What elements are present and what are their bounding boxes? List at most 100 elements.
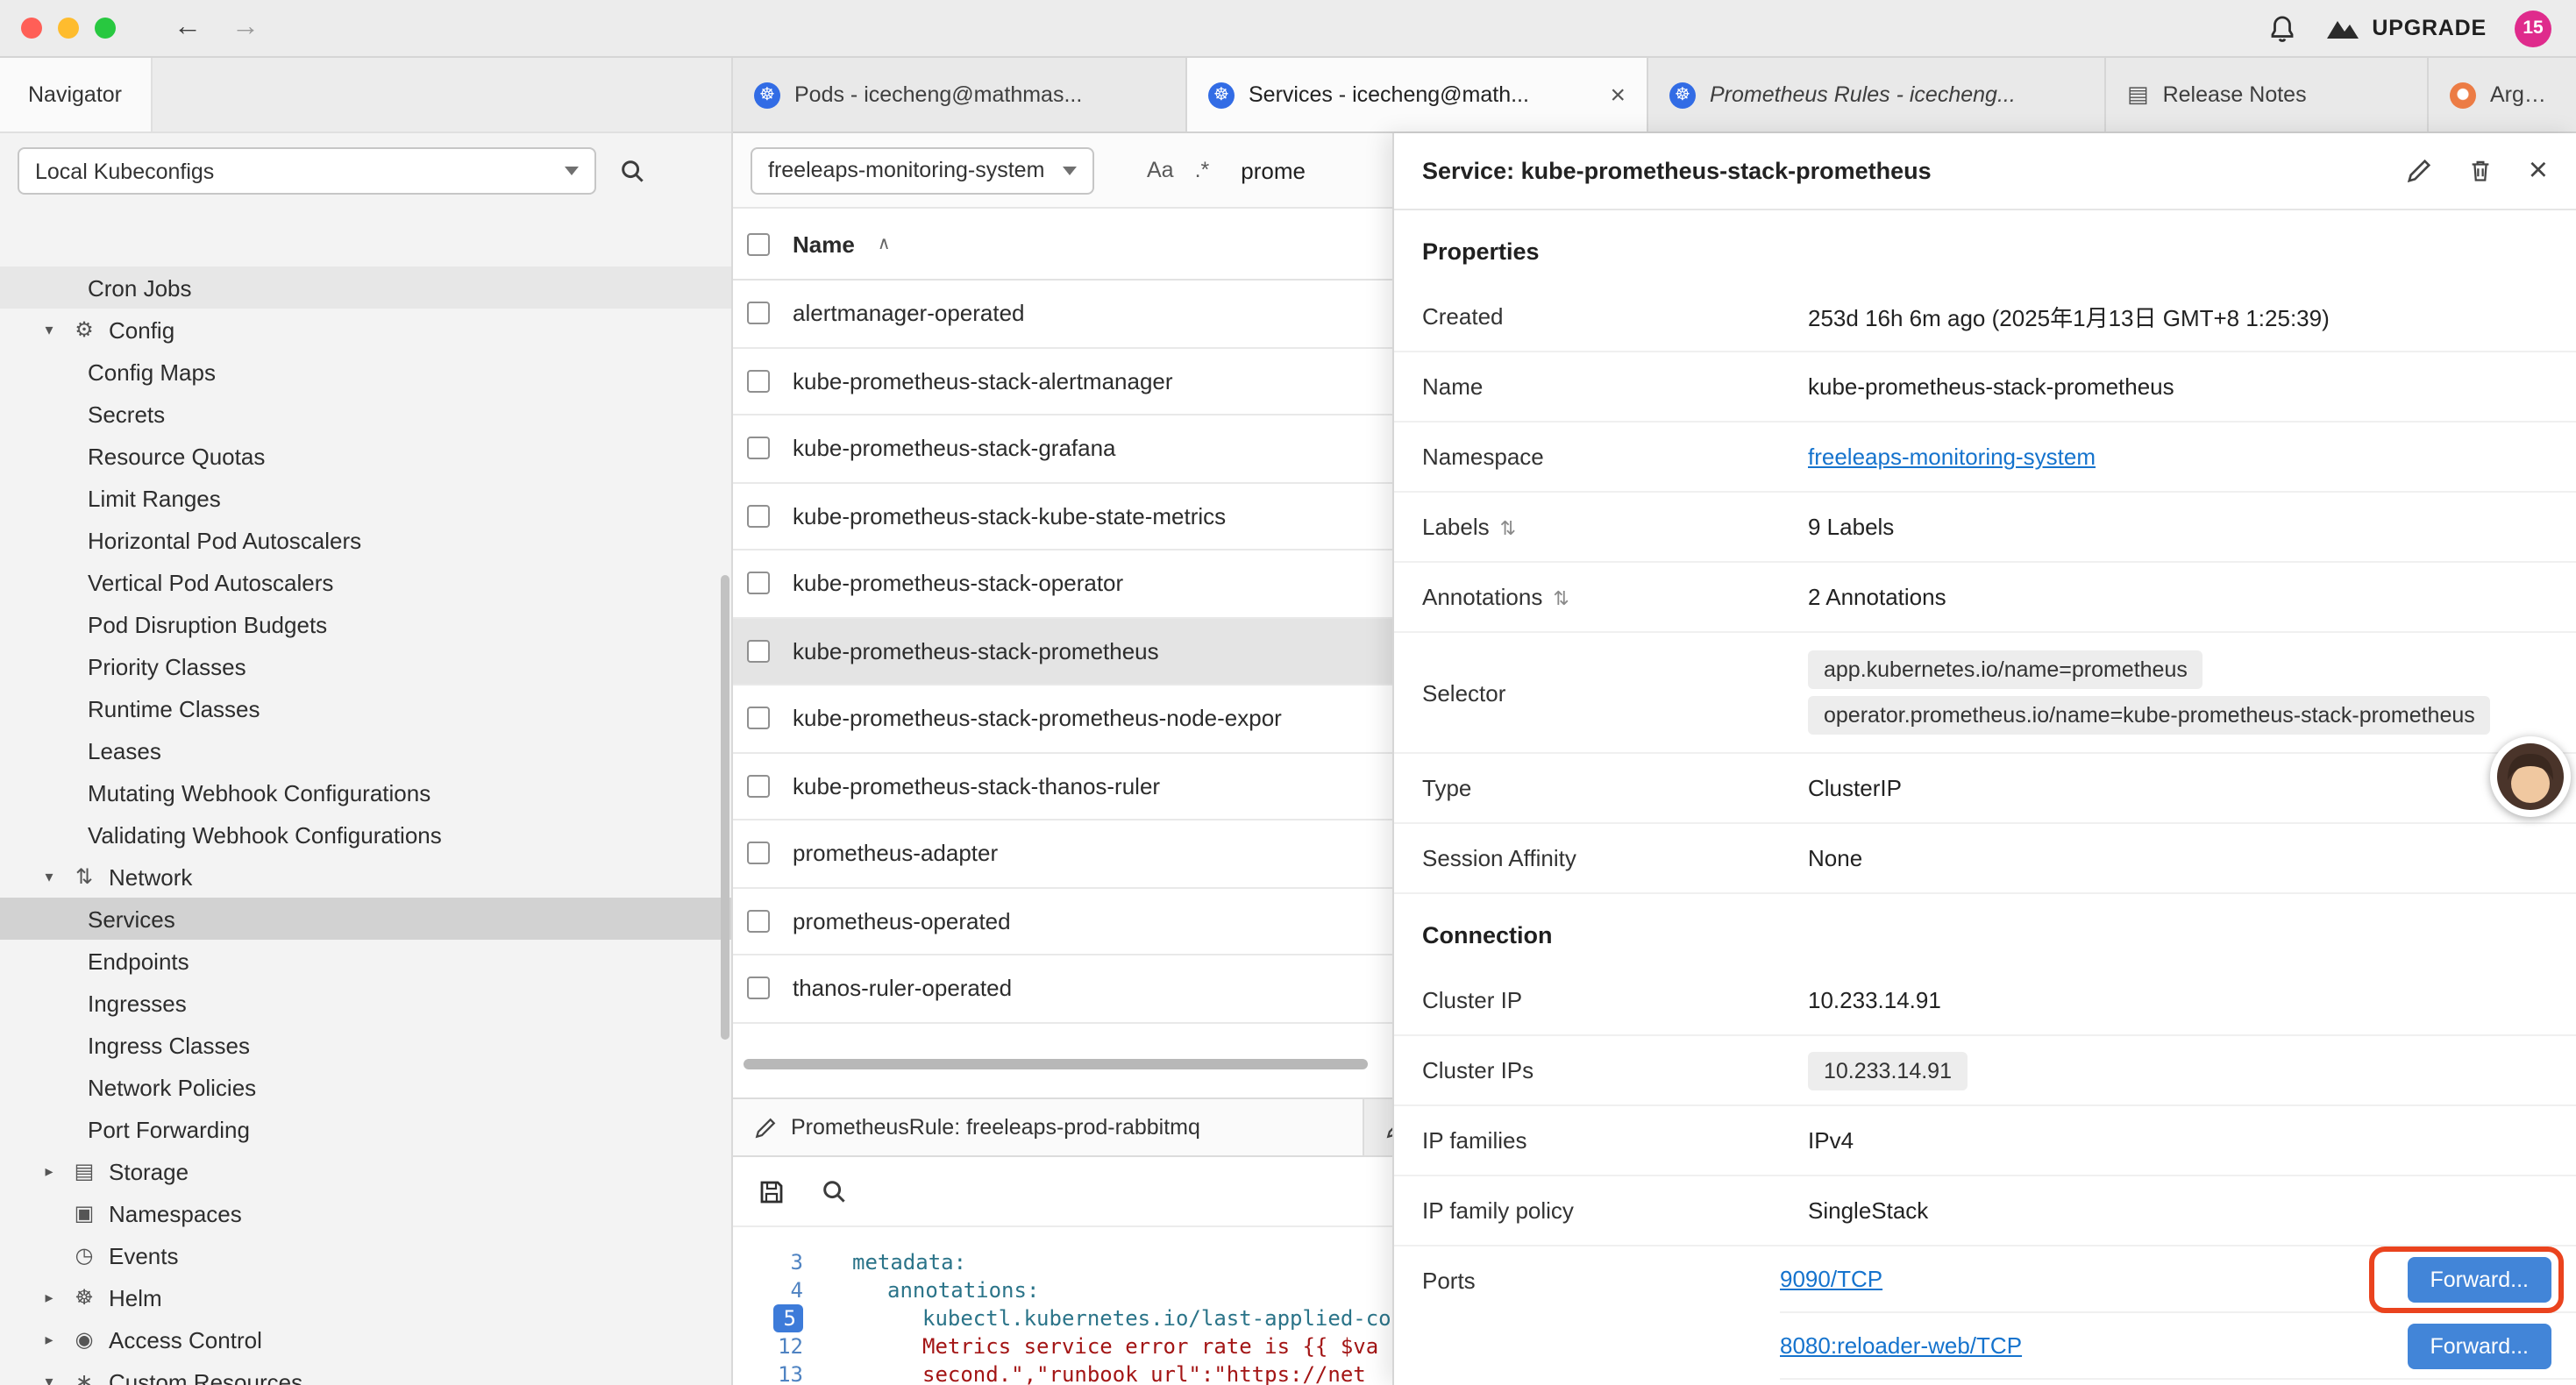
close-icon[interactable]: × [2529, 154, 2548, 188]
tab-argo[interactable]: Argo S... [2429, 58, 2576, 131]
notifications-bell-icon[interactable] [2266, 13, 2296, 43]
chevron-right-icon[interactable]: ▸ [39, 1288, 60, 1307]
port-link[interactable]: 8080:reloader-web/TCP [1780, 1332, 2022, 1359]
cluster-ip-value: 10.233.14.91 [1808, 987, 1941, 1013]
row-checkbox[interactable] [747, 302, 770, 325]
delete-icon[interactable] [2467, 158, 2494, 184]
sidebar-item-priority-classes[interactable]: Priority Classes [0, 645, 731, 687]
sidebar-item-namespaces[interactable]: ▣Namespaces [0, 1192, 731, 1234]
row-checkbox[interactable] [747, 370, 770, 393]
sort-toggle-icon[interactable]: ⇅ [1553, 589, 1569, 610]
chevron-right-icon[interactable]: ▸ [39, 1330, 60, 1349]
service-name: prometheus-operated [793, 908, 1011, 934]
row-checkbox[interactable] [747, 842, 770, 865]
sidebar-item-services[interactable]: Services [0, 898, 731, 940]
sidebar-item-secrets[interactable]: Secrets [0, 393, 731, 435]
minimize-window-button[interactable] [58, 18, 79, 39]
sidebar-item-mutating-webhook-configurations[interactable]: Mutating Webhook Configurations [0, 771, 731, 813]
sidebar-item-leases[interactable]: Leases [0, 729, 731, 771]
tab-prometheus-rules[interactable]: ☸Prometheus Rules - icecheng... [1648, 58, 2106, 131]
search-input[interactable]: prome [1241, 157, 1306, 183]
sidebar-item-runtime-classes[interactable]: Runtime Classes [0, 687, 731, 729]
select-all-checkbox[interactable] [747, 232, 770, 255]
details-drawer: Service: kube-prometheus-stack-prometheu… [1392, 133, 2576, 1385]
chevron-down-icon[interactable]: ▾ [39, 867, 60, 886]
sidebar-item-label: Custom Resources [109, 1368, 302, 1385]
match-case-toggle[interactable]: Aa [1147, 158, 1174, 182]
sidebar-item-config[interactable]: ▾⚙Config [0, 309, 731, 351]
row-checkbox[interactable] [747, 640, 770, 663]
name-column-header[interactable]: Name [793, 231, 855, 257]
dock-tab-prometheusrule[interactable]: PrometheusRule: freeleaps-prod-rabbitmq [733, 1099, 1364, 1155]
namespace-value[interactable]: freeleaps-monitoring-system [1808, 444, 2096, 470]
navigator-scrollbar[interactable] [721, 575, 729, 1040]
tab-services[interactable]: ☸Services - icecheng@math...× [1187, 58, 1648, 131]
kubeconfig-select[interactable]: Local Kubeconfigs [18, 147, 596, 195]
regex-toggle[interactable]: .* [1195, 158, 1210, 182]
sort-toggle-icon[interactable]: ⇅ [1500, 519, 1516, 540]
port-link[interactable]: 9090/TCP [1780, 1266, 1882, 1292]
close-tab-icon[interactable]: × [1610, 80, 1626, 110]
row-checkbox[interactable] [747, 775, 770, 798]
sidebar-item-access-control[interactable]: ▸◉Access Control [0, 1318, 731, 1360]
row-checkbox[interactable] [747, 437, 770, 460]
tab-pods[interactable]: ☸Pods - icecheng@mathmas... [733, 58, 1187, 131]
chevron-right-icon[interactable]: ▸ [39, 1161, 60, 1181]
sidebar-item-vertical-pod-autoscalers[interactable]: Vertical Pod Autoscalers [0, 561, 731, 603]
sidebar-item-storage[interactable]: ▸▤Storage [0, 1150, 731, 1192]
navigator-title: Navigator [0, 58, 152, 131]
sidebar-item-ingress-classes[interactable]: Ingress Classes [0, 1024, 731, 1066]
sidebar-item-cron-jobs[interactable]: Cron Jobs [0, 266, 731, 309]
horizontal-scrollbar[interactable] [744, 1059, 1368, 1069]
forward-button[interactable]: Forward... [2407, 1256, 2551, 1302]
namespace-select[interactable]: freeleaps-monitoring-system [751, 146, 1094, 194]
sidebar-item-network-policies[interactable]: Network Policies [0, 1066, 731, 1108]
sidebar-item-label: Horizontal Pod Autoscalers [88, 527, 361, 553]
chevron-down-icon[interactable]: ▾ [39, 1372, 60, 1385]
notification-count-badge[interactable]: 15 [2515, 10, 2551, 46]
sidebar-item-custom-resources[interactable]: ▾∗Custom Resources [0, 1360, 731, 1385]
editor-search-icon[interactable] [821, 1178, 847, 1204]
upgrade-button[interactable]: UPGRADE [2324, 16, 2487, 40]
edit-icon[interactable] [2406, 158, 2432, 184]
code-text: kubectl.kubernetes.io/last-applied-co [922, 1304, 1391, 1332]
row-checkbox[interactable] [747, 977, 770, 1000]
tab-release-notes[interactable]: ▤Release Notes [2106, 58, 2429, 131]
kubernetes-icon: ☸ [1669, 82, 1696, 108]
user-avatar[interactable] [2490, 736, 2571, 817]
row-checkbox[interactable] [747, 707, 770, 730]
cluster-ip-label: Cluster IP [1422, 987, 1808, 1013]
sidebar-item-port-forwarding[interactable]: Port Forwarding [0, 1108, 731, 1150]
save-icon[interactable] [758, 1177, 786, 1205]
sidebar-item-limit-ranges[interactable]: Limit Ranges [0, 477, 731, 519]
sort-ascending-icon[interactable]: ∧ [878, 234, 891, 253]
sidebar-item-events[interactable]: ◷Events [0, 1234, 731, 1276]
navigator-search-icon[interactable] [619, 158, 645, 184]
sidebar-item-helm[interactable]: ▸☸Helm [0, 1276, 731, 1318]
sidebar-item-network[interactable]: ▾⇅Network [0, 856, 731, 898]
sidebar-item-resource-quotas[interactable]: Resource Quotas [0, 435, 731, 477]
chevron-down-icon[interactable]: ▾ [39, 320, 60, 339]
sidebar-item-pod-disruption-budgets[interactable]: Pod Disruption Budgets [0, 603, 731, 645]
sidebar-item-horizontal-pod-autoscalers[interactable]: Horizontal Pod Autoscalers [0, 519, 731, 561]
back-button[interactable]: ← [174, 14, 202, 42]
selector-badge: app.kubernetes.io/name=prometheus [1808, 650, 2203, 689]
ports-list: 9090/TCP Forward... 8080:reloader-web/TCP F… [1780, 1246, 2576, 1380]
sidebar-item-ingresses[interactable]: Ingresses [0, 982, 731, 1024]
forward-button[interactable]: → [231, 14, 260, 42]
forward-button[interactable]: Forward... [2407, 1323, 2551, 1368]
sidebar-item-endpoints[interactable]: Endpoints [0, 940, 731, 982]
close-window-button[interactable] [21, 18, 42, 39]
row-checkbox[interactable] [747, 505, 770, 528]
row-checkbox[interactable] [747, 572, 770, 595]
row-checkbox[interactable] [747, 910, 770, 933]
sidebar-item-config-maps[interactable]: Config Maps [0, 351, 731, 393]
line-number: 4 [733, 1276, 803, 1304]
sidebar-item-validating-webhook-configurations[interactable]: Validating Webhook Configurations [0, 813, 731, 856]
line-number-value: 4 [773, 1276, 803, 1304]
navigator-panel: Navigator Local Kubeconfigs Cron Jobs▾⚙C… [0, 58, 733, 1385]
cluster-ip-row: Cluster IP10.233.14.91 [1394, 966, 2576, 1036]
zoom-window-button[interactable] [95, 18, 116, 39]
selector-badge: operator.prometheus.io/name=kube-prometh… [1808, 696, 2491, 735]
name-value: kube-prometheus-stack-prometheus [1808, 373, 2174, 400]
